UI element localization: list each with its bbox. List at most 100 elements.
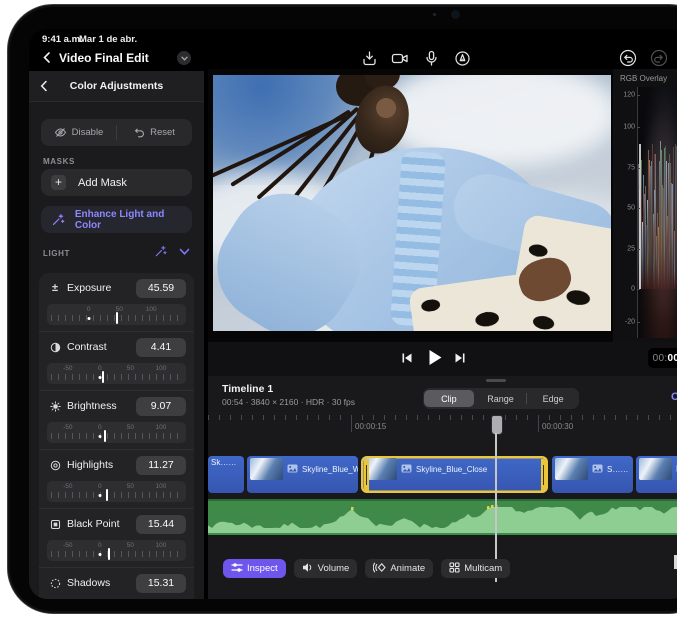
highlights-icon [49,459,61,471]
slider-name: Brightness [67,400,117,412]
next-frame-icon[interactable] [454,351,466,369]
clip-thumbnail [555,458,588,480]
timeline-toolbar: Inspect Volume Animate Multicam [223,559,510,578]
slider-cursor[interactable] [106,489,108,501]
timeline-clip-partial[interactable] [636,456,677,493]
enhance-label: Enhance Light and Color [75,209,192,231]
zero-marker [98,435,101,438]
waveform-plot: 1201007550250-20 [637,87,677,338]
slider-value[interactable]: 11.27 [136,456,186,475]
slider-cursor[interactable] [102,371,104,383]
animate-button[interactable]: Animate [365,559,433,578]
timeline-clip[interactable]: S…… [552,456,633,493]
playhead-handle[interactable] [491,415,503,435]
exposure-icon: ± [49,282,61,294]
microphone-icon[interactable] [422,49,440,67]
annotate-icon[interactable] [453,49,471,67]
clipped-button-fragment[interactable]: C [671,391,677,403]
project-menu-button[interactable] [177,51,191,65]
timeline-clip[interactable]: Skyline_Blue_Wide [247,456,358,493]
scope-tick-label: 25 [627,245,635,252]
volume-icon [302,562,314,576]
import-media-icon[interactable] [360,49,378,67]
panel-drag-handle[interactable] [486,379,506,382]
tick-label: -50 [63,365,72,372]
slider-control[interactable]: -50050100 [47,540,186,561]
clipped-ui-fragment [674,555,677,569]
reset-label: Reset [150,127,175,138]
light-section-header: LIGHT [43,247,190,263]
slider-value[interactable]: 15.31 [136,574,186,593]
tick-label: 0 [98,483,102,490]
slider-row-highlights: Highlights11.27-50050100 [39,449,194,508]
clip-name: Skyline_Blue_Close [416,465,487,474]
slider-value[interactable]: 15.44 [136,515,186,534]
tick-label: 50 [127,424,134,431]
top-toolbar [360,49,471,67]
inspect-icon [231,562,243,576]
clip-content: S…… [552,456,631,482]
slider-row-blackpoint: Black Point15.44-50050100 [39,508,194,567]
scope-title: RGB Overlay [620,74,667,83]
mode-range[interactable]: Range [476,390,526,407]
reset-icon [134,127,145,138]
ruler-marker [538,415,539,432]
timeline-clip[interactable]: Skyline_Blue_Close [361,456,548,493]
timecode-display[interactable]: 00:00:27:17 [648,348,677,368]
disable-button[interactable]: Disable [41,127,116,138]
slider-control[interactable]: 050100 [47,304,186,325]
slider-value[interactable]: 45.59 [136,279,186,298]
inspect-button[interactable]: Inspect [223,559,286,578]
clip-name: Skyline_Blue_Wide [302,465,358,474]
clock: 9:41 a.m. [42,34,83,45]
scope-tick-mark [637,208,640,209]
timeline-clip[interactable]: Sk…… [208,456,244,493]
viewer[interactable] [208,69,613,342]
back-icon[interactable] [41,51,53,69]
previous-frame-icon[interactable] [401,351,413,369]
scope-tick-label: 50 [627,205,635,212]
reset-button[interactable]: Reset [117,127,192,138]
slider-cursor[interactable] [104,430,106,442]
add-mask-button[interactable]: + Add Mask [41,169,192,196]
slider-control[interactable]: -50050100 [47,481,186,502]
ipad-device: 9:41 a.m. Mar 1 de abr. Video Final Edit [7,4,677,614]
audio-track[interactable] [208,499,677,535]
timeline-ruler[interactable]: 00:00:1500:00:30 [208,415,677,434]
tick-label: 0 [98,542,102,549]
image-icon [401,460,412,478]
tick-label: 50 [127,542,134,549]
slider-label: ±Exposure [49,282,111,294]
auto-enhance-icon[interactable] [154,245,167,258]
enhance-light-color-button[interactable]: Enhance Light and Color [41,206,192,233]
slider-cursor[interactable] [108,548,110,560]
project-title[interactable]: Video Final Edit [59,51,149,65]
camera-icon[interactable] [391,49,409,67]
slider-value[interactable]: 4.41 [136,338,186,357]
multicam-button[interactable]: Multicam [441,559,510,578]
timeline-panel: Timeline 1 00:54 · 3840 × 2160 · HDR · 3… [208,376,677,599]
mode-clip[interactable]: Clip [424,390,474,407]
magic-wand-icon [51,213,65,227]
slider-control[interactable]: -50050100 [47,363,186,384]
mode-edge[interactable]: Edge [528,390,578,407]
volume-button[interactable]: Volume [294,559,358,578]
slider-name: Highlights [67,459,113,471]
timecode-highlight: 00:27 [667,353,677,364]
trim-handle-left[interactable] [364,459,369,491]
clip-content [636,456,677,482]
zero-marker [98,553,101,556]
collapse-chevron-icon[interactable] [179,248,190,256]
slider-cursor[interactable] [116,312,118,324]
eye-off-icon [54,127,67,138]
scope-tick-label: 120 [623,92,635,99]
light-sliders-card: ±Exposure45.59050100Contrast4.41-5005010… [39,273,194,599]
scope-tick-mark [637,127,640,128]
play-button[interactable] [428,349,443,371]
tick-label: 0 [87,306,91,313]
edit-mode-segmented-control: ClipRangeEdge [423,388,579,409]
slider-control[interactable]: -50050100 [47,422,186,443]
trim-handle-right[interactable] [541,459,546,491]
tick-label: 50 [127,483,134,490]
slider-value[interactable]: 9.07 [136,397,186,416]
